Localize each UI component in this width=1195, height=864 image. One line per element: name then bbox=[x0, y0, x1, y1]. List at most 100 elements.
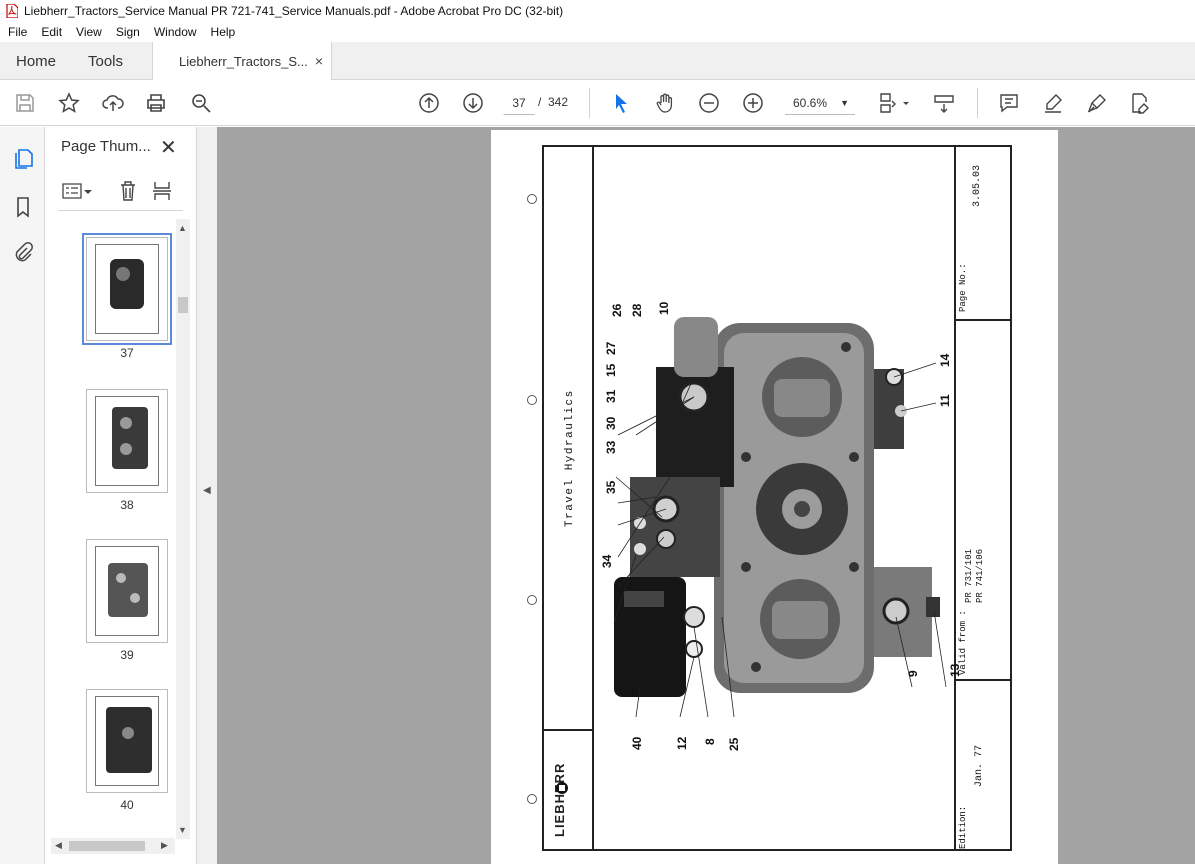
save-icon[interactable] bbox=[13, 91, 37, 115]
scrollbar-thumb[interactable] bbox=[178, 297, 188, 313]
delete-page-icon[interactable] bbox=[116, 179, 140, 203]
binder-hole bbox=[527, 395, 537, 405]
binder-hole bbox=[527, 794, 537, 804]
tab-home[interactable]: Home bbox=[16, 42, 56, 80]
page-up-icon[interactable] bbox=[417, 91, 441, 115]
callout-label: 31 bbox=[604, 389, 618, 403]
print-icon[interactable] bbox=[144, 91, 168, 115]
scroll-up-arrow-icon[interactable]: ▲ bbox=[178, 223, 187, 233]
menu-window[interactable]: Window bbox=[146, 25, 203, 39]
thumbnail-page-37[interactable] bbox=[82, 233, 172, 345]
menu-edit[interactable]: Edit bbox=[33, 25, 68, 39]
page-thumbnails-panel: Page Thum... ✕ 37 38 39 40 ▲ ▼ ◀ ▶ bbox=[46, 127, 197, 864]
edition-value: Jan. 77 bbox=[974, 744, 985, 787]
page-down-icon[interactable] bbox=[461, 91, 485, 115]
binder-hole bbox=[527, 595, 537, 605]
callout-label: 40 bbox=[630, 736, 644, 750]
select-cursor-icon[interactable] bbox=[609, 91, 633, 115]
liebherr-logo-icon bbox=[556, 782, 568, 794]
page-separator: / bbox=[538, 95, 542, 109]
hydraulic-pump-photo bbox=[613, 317, 947, 718]
tab-document[interactable]: Liebherr_Tractors_S... × bbox=[152, 42, 332, 81]
panel-collapse-strip[interactable]: ◀ bbox=[197, 127, 217, 864]
page-frame: Travel Hydraulics LIEBHERR 3.05.03 Page … bbox=[542, 145, 1012, 851]
callout-label: 25 bbox=[727, 737, 741, 751]
main-toolbar: 37 / 342 60.6% ▼ bbox=[0, 80, 1195, 126]
highlight-icon[interactable] bbox=[1041, 91, 1065, 115]
menu-file[interactable]: File bbox=[0, 25, 33, 39]
valid-from-line-1: PR 731/101 bbox=[964, 548, 974, 603]
upload-icon[interactable] bbox=[101, 91, 125, 115]
fit-page-icon[interactable] bbox=[876, 91, 900, 115]
title-bar: Liebherr_Tractors_Service Manual PR 721-… bbox=[0, 0, 1195, 22]
callout-label: 30 bbox=[604, 416, 618, 430]
scroll-down-arrow-icon[interactable]: ▼ bbox=[178, 825, 187, 835]
callout-label: 11 bbox=[938, 394, 952, 407]
panel-toolbar bbox=[58, 175, 183, 211]
divider-line bbox=[956, 679, 1010, 681]
callout-label: 28 bbox=[630, 303, 644, 317]
document-viewport[interactable]: Travel Hydraulics LIEBHERR 3.05.03 Page … bbox=[217, 127, 1195, 864]
document-tab-label: Liebherr_Tractors_S... bbox=[179, 54, 307, 69]
callout-label: 14 bbox=[938, 353, 952, 367]
callout-label: 34 bbox=[600, 554, 614, 568]
callout-label: 27 bbox=[604, 341, 618, 355]
chevron-down-icon: ▼ bbox=[840, 98, 849, 108]
panel-title: Page Thum... bbox=[61, 138, 151, 155]
zoom-in-icon[interactable] bbox=[741, 91, 765, 115]
page-total: 342 bbox=[548, 95, 569, 109]
edit-pdf-icon[interactable] bbox=[1128, 91, 1152, 115]
thumbnail-page-40[interactable] bbox=[86, 689, 168, 793]
window-title: Liebherr_Tractors_Service Manual PR 721-… bbox=[24, 4, 564, 18]
thumbnail-options-icon[interactable] bbox=[60, 179, 84, 203]
zoom-level-value: 60.6% bbox=[793, 96, 828, 110]
scroll-right-arrow-icon[interactable]: ▶ bbox=[161, 840, 168, 851]
acrobat-app-icon bbox=[6, 4, 18, 18]
callout-label: 33 bbox=[604, 440, 618, 454]
callout-label: 26 bbox=[610, 303, 624, 317]
divider-line bbox=[544, 729, 592, 731]
callout-label: 8 bbox=[703, 738, 717, 745]
thumbnail-label: 37 bbox=[120, 346, 134, 360]
scroll-mode-icon[interactable] bbox=[932, 91, 956, 115]
tab-tools[interactable]: Tools bbox=[88, 42, 123, 80]
attachment-icon[interactable] bbox=[11, 240, 35, 264]
search-zoom-icon[interactable] bbox=[189, 91, 213, 115]
callout-label: 15 bbox=[604, 363, 618, 377]
binder-hole bbox=[527, 194, 537, 204]
thumbnail-options-dropdown-icon[interactable] bbox=[82, 179, 94, 203]
thumbnail-page-38[interactable] bbox=[86, 389, 168, 493]
thumbnail-horizontal-scrollbar[interactable]: ◀ ▶ bbox=[51, 838, 175, 854]
page-number-label: Page No.: bbox=[958, 263, 968, 312]
thumbnail-page-39[interactable] bbox=[86, 539, 168, 643]
bookmark-icon[interactable] bbox=[11, 195, 35, 219]
hand-icon[interactable] bbox=[653, 91, 677, 115]
collapse-panel-icon[interactable]: ◀ bbox=[203, 485, 211, 496]
extract-pages-icon[interactable] bbox=[150, 179, 174, 203]
callout-label: 10 bbox=[657, 301, 671, 315]
star-icon[interactable] bbox=[57, 91, 81, 115]
zoom-out-icon[interactable] bbox=[697, 91, 721, 115]
sign-icon[interactable] bbox=[1085, 91, 1109, 115]
scrollbar-thumb[interactable] bbox=[69, 841, 145, 851]
menu-help[interactable]: Help bbox=[203, 25, 242, 39]
page-number-input[interactable]: 37 bbox=[503, 91, 535, 115]
menu-view[interactable]: View bbox=[68, 25, 108, 39]
comment-icon[interactable] bbox=[997, 91, 1021, 115]
section-title: Travel Hydraulics bbox=[564, 389, 576, 527]
close-tab-icon[interactable]: × bbox=[315, 53, 323, 69]
thumbnail-label: 40 bbox=[120, 798, 134, 812]
thumbnail-vertical-scrollbar[interactable]: ▲ ▼ bbox=[176, 219, 190, 839]
page-thumbnails-icon[interactable] bbox=[11, 147, 35, 171]
zoom-level-select[interactable]: 60.6% ▼ bbox=[785, 91, 855, 115]
callout-label: 35 bbox=[604, 480, 618, 494]
scroll-left-arrow-icon[interactable]: ◀ bbox=[55, 840, 62, 851]
fit-page-dropdown-icon[interactable] bbox=[901, 91, 911, 115]
pdf-page: Travel Hydraulics LIEBHERR 3.05.03 Page … bbox=[491, 130, 1058, 864]
close-panel-icon[interactable]: ✕ bbox=[160, 135, 177, 160]
left-navigation-rail bbox=[0, 127, 45, 864]
menu-sign[interactable]: Sign bbox=[108, 25, 146, 39]
left-title-column: Travel Hydraulics LIEBHERR bbox=[544, 147, 594, 851]
page-number-value: 3.05.03 bbox=[972, 164, 983, 207]
valid-from-line-2: PR 741/106 bbox=[975, 548, 985, 603]
